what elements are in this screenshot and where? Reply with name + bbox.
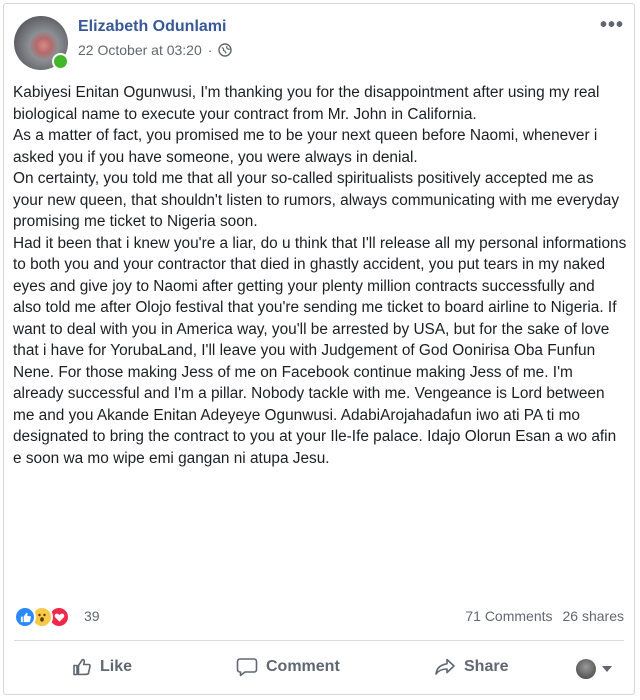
chevron-down-icon [602,666,612,672]
share-label: Share [464,658,509,675]
post-paragraph: Kabiyesi Enitan Ogunwusi, I'm thanking y… [13,84,600,123]
actions-divider [14,640,624,641]
post-actions: Like Comment Share [14,649,624,689]
reactions-bar: 39 71 Comments 26 shares [14,605,624,629]
post-paragraph: Had it been that i knew you're a liar, d… [13,234,627,467]
online-status-indicator [52,53,69,70]
timestamp-separator: · [207,42,213,58]
shares-count-link[interactable]: 26 shares [563,608,624,624]
like-button[interactable]: Like [72,657,132,677]
post-paragraph: As a matter of fact, you promised me to … [13,127,598,166]
post-body: Kabiyesi Enitan Ogunwusi, I'm thanking y… [13,82,627,469]
thumbs-up-icon [73,658,91,676]
share-button[interactable]: Share [434,657,508,677]
comment-label: Comment [266,658,340,675]
react-as-selector[interactable] [576,659,612,679]
share-arrow-icon [435,658,455,675]
facebook-post: Elizabeth Odunlami 22 October at 03:20 ·… [3,3,635,695]
speech-bubble-icon [236,658,258,677]
reaction-count[interactable]: 39 [84,608,100,624]
post-paragraph: On certainty, you told me that all your … [13,170,620,230]
like-reaction-icon[interactable] [14,606,36,628]
comments-count-link[interactable]: 71 Comments [465,608,552,624]
author-name[interactable]: Elizabeth Odunlami [78,18,226,36]
author-avatar[interactable] [14,16,69,70]
like-label: Like [100,658,133,675]
engagement-counts: 71 Comments 26 shares [465,608,624,624]
post-timestamp[interactable]: 22 October at 03:20 [78,42,202,58]
reaction-icons[interactable] [14,606,70,628]
more-options-icon[interactable]: ••• [600,14,624,37]
globe-icon [218,43,233,57]
user-avatar [576,659,596,679]
post-header: Elizabeth Odunlami 22 October at 03:20 ·… [14,14,624,72]
comment-button[interactable]: Comment [236,657,340,677]
post-meta: 22 October at 03:20 · [78,42,233,58]
